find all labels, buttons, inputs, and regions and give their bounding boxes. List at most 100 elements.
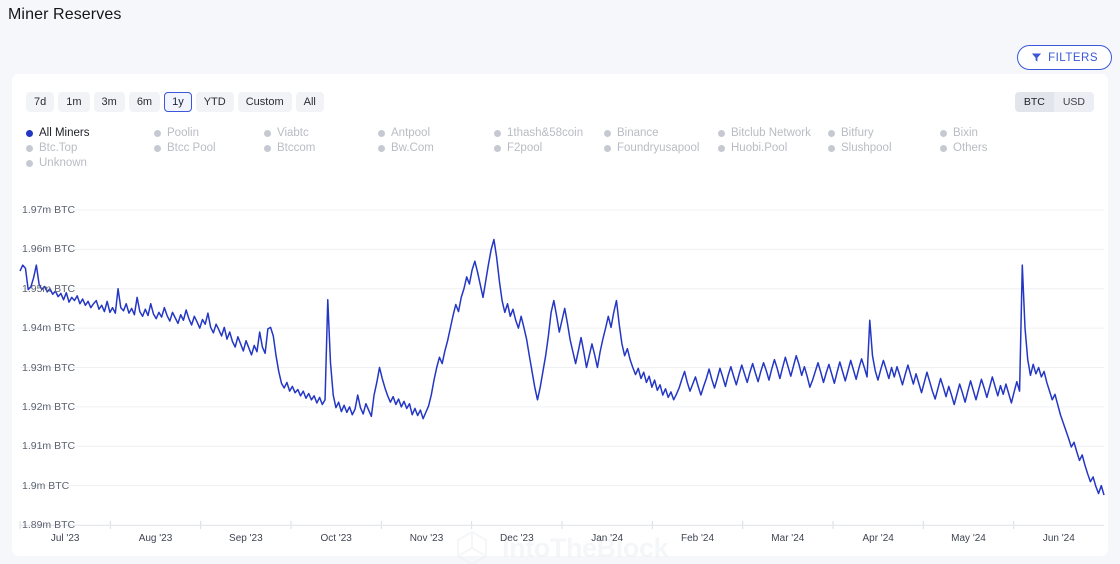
miner-reserves-page: Miner Reserves FILTERS 7d 1m 3m 6m 1y YTD Cust… [0,0,1120,564]
legend-dot-icon [494,129,501,137]
legend-dot-icon [604,129,611,137]
x-axis-label: Aug '23 [138,533,173,544]
legend-spacer [494,157,604,169]
legend-item-bixin[interactable]: Bixin [940,127,1030,139]
legend-item-label: Btcc Pool [167,142,216,154]
y-axis-label: 1.9m BTC [22,479,70,492]
legend-item-label: Others [953,142,988,154]
legend-dot-icon [604,144,611,152]
legend-item-label: F2pool [507,142,543,154]
legend-spacer [154,157,264,169]
legend-dot-icon [264,144,271,152]
legend-item-bitclub-network[interactable]: Bitclub Network [718,127,828,139]
legend-dot-icon [494,144,501,152]
range-option-custom[interactable]: Custom [237,92,292,112]
legend-item-slushpool[interactable]: Slushpool [828,142,940,154]
x-axis-line [20,525,1104,526]
legend-item-label: Binance [617,127,659,139]
legend-dot-icon [264,129,271,137]
currency-option-btc[interactable]: BTC [1014,92,1054,112]
y-axis-label: 1.95m BTC [22,282,76,295]
x-axis-label: Jan '24 [591,533,624,544]
legend-item-label: Viabtc [277,127,309,139]
y-axis-label: 1.96m BTC [22,243,76,256]
legend-item-huobi-pool[interactable]: Huobi.Pool [718,142,828,154]
legend-item-bw-com[interactable]: Bw.Com [378,142,494,154]
legend-item-viabtc[interactable]: Viabtc [264,127,378,139]
x-axis-label: Oct '23 [320,533,352,544]
legend-item-label: 1thash&58coin [507,127,584,139]
legend-dot-icon [378,129,385,137]
legend-item-foundryusapool[interactable]: Foundryusapool [604,142,718,154]
legend-item-label: Poolin [167,127,199,139]
legend-item-label: Slushpool [841,142,892,154]
legend-dot-icon [718,129,725,137]
filters-button[interactable]: FILTERS [1017,45,1112,70]
y-axis-label: 1.93m BTC [22,361,76,374]
legend-item-label: Huobi.Pool [731,142,788,154]
x-axis-label: Feb '24 [680,533,715,544]
legend-spacer [604,157,718,169]
legend-item-label: Btc.Top [39,142,78,154]
chart-card: 7d 1m 3m 6m 1y YTD Custom All BTC USD All Miners… [12,74,1108,564]
legend-dot-icon [940,144,947,152]
legend-item-binance[interactable]: Binance [604,127,718,139]
miner-legend: All Miners Poolin Viabtc Antpool 1thash&58co… [26,127,1086,169]
legend-item-label: All Miners [39,127,90,139]
x-axis-label: Mar '24 [771,533,805,544]
legend-item-label: Unknown [39,157,87,169]
legend-item-unknown[interactable]: Unknown [26,157,154,169]
y-axis-label: 1.92m BTC [22,400,76,413]
legend-item-label: Bitclub Network [731,127,811,139]
legend-spacer [718,157,828,169]
page-title: Miner Reserves [8,6,122,23]
x-axis-label: Dec '23 [500,533,534,544]
range-option-1m[interactable]: 1m [58,92,90,112]
currency-toggle: BTC USD [1014,92,1094,112]
legend-item-label: Bixin [953,127,978,139]
legend-item-btc-top[interactable]: Btc.Top [26,142,154,154]
legend-dot-icon [718,144,725,152]
legend-item-f2pool[interactable]: F2pool [494,142,604,154]
legend-item-poolin[interactable]: Poolin [154,127,264,139]
legend-item-bitfury[interactable]: Bitfury [828,127,940,139]
x-axis-label: Apr '24 [862,533,894,544]
filters-label: FILTERS [1048,51,1098,64]
legend-dot-icon [940,129,947,137]
range-selector: 7d 1m 3m 6m 1y YTD Custom All [26,92,324,112]
y-axis-label: 1.89m BTC [22,519,76,531]
legend-dot-icon [828,129,835,137]
legend-item-label: Bw.Com [391,142,434,154]
legend-item-antpool[interactable]: Antpool [378,127,494,139]
range-option-7d[interactable]: 7d [26,92,55,112]
chart-plot-area: IntoTheBlock 1.97m BTC 1.96m BTC 1.95m BTC… [12,192,1108,564]
legend-dot-icon [828,144,835,152]
legend-item-all-miners[interactable]: All Miners [26,127,154,139]
range-option-ytd[interactable]: YTD [195,92,234,112]
legend-dot-icon [26,144,33,152]
range-option-6m[interactable]: 6m [128,92,161,112]
legend-dot-icon [154,129,161,137]
x-axis-label: Jul '23 [50,533,80,544]
x-axis-label: Nov '23 [409,533,444,544]
range-option-1y[interactable]: 1y [164,92,192,112]
miner-reserves-line-chart [19,209,1105,529]
y-axis-label: 1.94m BTC [22,322,76,335]
funnel-icon [1031,52,1042,63]
y-axis-label: 1.91m BTC [22,440,76,453]
legend-item-btccom[interactable]: Btccom [264,142,378,154]
legend-spacer [378,157,494,169]
legend-dot-icon [26,129,33,137]
legend-item-1thash-58coin[interactable]: 1thash&58coin [494,127,604,139]
x-axis-label: Sep '23 [229,533,263,544]
range-option-all[interactable]: All [295,92,324,112]
legend-item-btcc-pool[interactable]: Btcc Pool [154,142,264,154]
legend-spacer [828,157,940,169]
legend-item-label: Foundryusapool [617,142,700,154]
legend-item-others[interactable]: Others [940,142,1030,154]
range-option-3m[interactable]: 3m [93,92,125,112]
legend-spacer [940,157,1030,169]
legend-dot-icon [154,144,161,152]
x-axis-label: May '24 [951,533,986,544]
currency-option-usd[interactable]: USD [1053,92,1094,112]
